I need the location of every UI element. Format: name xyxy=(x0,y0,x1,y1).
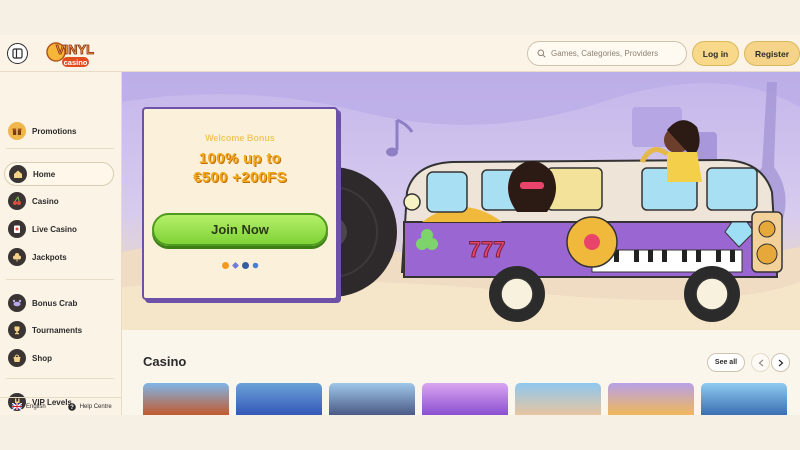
help-centre-link[interactable]: ? Help Centre xyxy=(67,402,112,411)
sidebar-item-live-casino[interactable]: Live Casino xyxy=(4,217,114,241)
register-button[interactable]: Register xyxy=(744,41,800,66)
clover-icon xyxy=(8,248,26,266)
search-box[interactable] xyxy=(527,41,687,66)
van-777-text: 777 xyxy=(469,237,506,262)
sidebar-footer: English ? Help Centre xyxy=(0,397,122,415)
game-tile[interactable] xyxy=(701,383,787,415)
sidebar-item-label: Bonus Crab xyxy=(32,298,78,308)
casino-page: VINYL casino Log in Register Promotions xyxy=(0,35,800,415)
sidebar-item-shop[interactable]: Shop xyxy=(4,346,114,370)
shop-icon xyxy=(8,349,26,367)
see-all-button[interactable]: See all xyxy=(707,353,745,372)
svg-text:VINYL: VINYL xyxy=(56,42,94,57)
bonus-title-line2: €500 +200FS xyxy=(193,169,287,186)
search-input[interactable] xyxy=(551,49,681,58)
bonus-title-line1: 100% up to xyxy=(198,150,282,167)
top-header: VINYL casino Log in Register xyxy=(0,35,800,72)
language-selector[interactable]: English xyxy=(12,403,46,410)
payment-methods xyxy=(222,262,259,269)
sidebar-item-casino[interactable]: Casino xyxy=(4,189,114,213)
join-now-button[interactable]: Join Now xyxy=(152,213,328,246)
crab-icon xyxy=(8,294,26,312)
hero-banner[interactable]: 777 Welcome Bonus 100% up to €500 +200FS… xyxy=(122,72,800,330)
sidebar-item-label: Jackpots xyxy=(32,252,67,262)
sidebar: Promotions Home Casino Live Casino Jackp… xyxy=(0,72,122,415)
sidebar-item-jackpots[interactable]: Jackpots xyxy=(4,245,114,269)
language-label: English xyxy=(26,403,46,410)
vinyl-casino-logo[interactable]: VINYL casino xyxy=(44,38,106,70)
sidebar-item-promotions[interactable]: Promotions xyxy=(4,119,114,143)
sidebar-item-label: Casino xyxy=(32,196,59,206)
sidebar-item-bonus-crab[interactable]: Bonus Crab xyxy=(4,291,114,315)
casino-section-title: Casino xyxy=(143,354,187,369)
home-icon xyxy=(9,165,27,183)
sidebar-item-label: Home xyxy=(33,169,56,179)
login-button[interactable]: Log in xyxy=(692,41,739,66)
litecoin-icon xyxy=(242,262,249,269)
carousel-next-button[interactable] xyxy=(771,353,790,372)
welcome-bonus-card: Welcome Bonus 100% up to €500 +200FS Joi… xyxy=(142,107,338,300)
cherry-icon xyxy=(8,192,26,210)
bonus-subtitle: Welcome Bonus xyxy=(205,133,275,143)
ripple-icon xyxy=(252,262,259,269)
svg-text:casino: casino xyxy=(64,58,88,67)
game-tile[interactable] xyxy=(236,383,322,415)
gift-icon xyxy=(8,122,26,140)
cards-icon xyxy=(8,220,26,238)
trophy-icon xyxy=(8,321,26,339)
uk-flag-icon xyxy=(12,403,22,410)
sidebar-divider xyxy=(6,148,114,149)
svg-text:?: ? xyxy=(70,405,74,411)
sidebar-divider xyxy=(6,279,114,280)
help-label: Help Centre xyxy=(79,403,112,410)
help-icon: ? xyxy=(67,402,76,411)
ethereum-icon xyxy=(232,262,239,269)
search-icon xyxy=(537,49,546,58)
bitcoin-icon xyxy=(222,262,229,269)
game-tile[interactable] xyxy=(422,383,508,415)
sidebar-item-label: Shop xyxy=(32,353,52,363)
sidebar-toggle-icon xyxy=(12,48,23,59)
sidebar-item-label: Tournaments xyxy=(32,325,83,335)
chevron-left-icon xyxy=(758,359,763,366)
game-tile[interactable] xyxy=(515,383,601,415)
sidebar-item-tournaments[interactable]: Tournaments xyxy=(4,318,114,342)
game-tile[interactable] xyxy=(143,383,229,415)
game-tile[interactable] xyxy=(608,383,694,415)
sidebar-item-home[interactable]: Home xyxy=(4,162,114,186)
chevron-right-icon xyxy=(778,359,783,366)
carousel-prev-button[interactable] xyxy=(751,353,770,372)
menu-toggle-button[interactable] xyxy=(7,43,28,64)
sidebar-item-label: Promotions xyxy=(32,126,77,136)
sidebar-item-label: Live Casino xyxy=(32,224,77,234)
game-tile[interactable] xyxy=(329,383,415,415)
sidebar-divider xyxy=(6,378,114,379)
